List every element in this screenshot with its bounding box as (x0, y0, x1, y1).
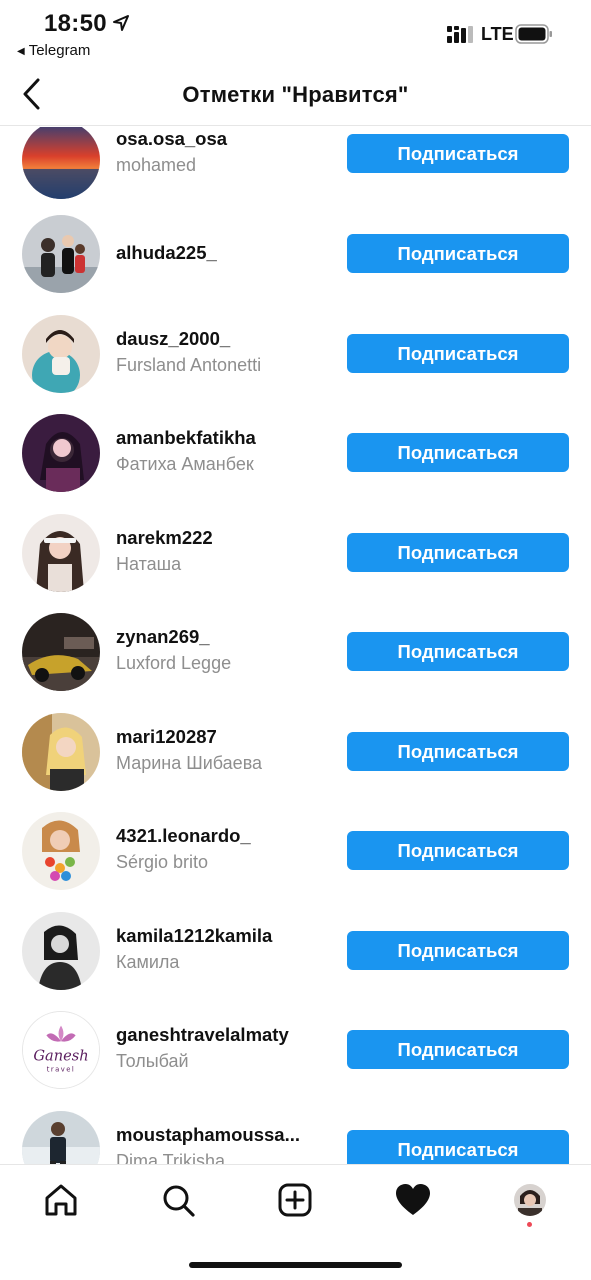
avatar[interactable] (22, 514, 100, 592)
follow-button[interactable]: Подписаться (347, 931, 569, 970)
list-item: mari120287 Марина Шибаева Подписаться (0, 713, 591, 813)
ganesh-logo-text: Ganesh (33, 1048, 88, 1065)
follow-button[interactable]: Подписаться (347, 234, 569, 273)
home-icon[interactable] (41, 1180, 81, 1220)
username[interactable]: zynan269_ (116, 625, 336, 649)
username[interactable]: kamila1212kamila (116, 924, 336, 948)
list-item: osa.osa_osa mohamed Подписаться (0, 127, 591, 221)
username[interactable]: 4321.leonardo_ (116, 824, 336, 848)
avatar[interactable] (22, 1111, 100, 1164)
follow-button[interactable]: Подписаться (347, 732, 569, 771)
user-texts: zynan269_ Luxford Legge (116, 625, 336, 677)
status-bar: 18:50 ◀ Telegram LTE (0, 0, 591, 64)
back-triangle-icon: ◀ (17, 46, 25, 57)
user-texts: osa.osa_osa mohamed (116, 127, 336, 179)
avatar[interactable] (22, 912, 100, 990)
full-name: Марина Шибаева (116, 753, 263, 773)
avatar[interactable]: Ganesh travel (22, 1011, 100, 1089)
user-texts: mari120287 Марина Шибаева (116, 725, 336, 777)
user-texts: alhuda225_ (116, 241, 336, 265)
list-item: 4321.leonardo_ Sérgio brito Подписаться (0, 812, 591, 912)
username[interactable]: osa.osa_osa (116, 127, 336, 151)
ganesh-logo-subtext: travel (47, 1065, 76, 1073)
location-arrow-icon (113, 15, 129, 31)
follow-button[interactable]: Подписаться (347, 134, 569, 173)
avatar[interactable] (22, 812, 100, 890)
user-texts: dausz_2000_ Fursland Antonetti (116, 327, 336, 379)
user-texts: amanbekfatikha Фатиха Аманбек (116, 426, 336, 478)
battery-icon (515, 24, 552, 44)
follow-button[interactable]: Подписаться (347, 1030, 569, 1069)
username[interactable]: moustaphamoussa... (116, 1123, 336, 1147)
follow-button[interactable]: Подписаться (347, 1130, 569, 1164)
user-texts: ganeshtravelalmaty Толыбай (116, 1023, 336, 1075)
list-item: alhuda225_ Подписаться (0, 215, 591, 315)
page-header: Отметки "Нравится" (0, 64, 591, 126)
follow-button[interactable]: Подписаться (347, 831, 569, 870)
username[interactable]: ganeshtravelalmaty (116, 1023, 336, 1047)
user-texts: 4321.leonardo_ Sérgio brito (116, 824, 336, 876)
user-texts: kamila1212kamila Камила (116, 924, 336, 976)
follow-button[interactable]: Подписаться (347, 433, 569, 472)
user-texts: narekm222 Наташа (116, 526, 336, 578)
follow-button[interactable]: Подписаться (347, 632, 569, 671)
full-name: Fursland Antonetti (116, 355, 262, 375)
username[interactable]: alhuda225_ (116, 241, 336, 265)
profile-avatar[interactable] (510, 1180, 550, 1220)
activity-heart-icon[interactable] (393, 1180, 433, 1220)
status-time: 18:50 (44, 10, 107, 37)
list-item: moustaphamoussa... Dima Trikisha Подписа… (0, 1111, 591, 1164)
full-name: Фатиха Аманбек (116, 454, 254, 474)
back-to-app-link[interactable]: ◀ Telegram (17, 42, 90, 59)
full-name: mohamed (116, 155, 197, 175)
full-name: Камила (116, 952, 180, 972)
likes-list[interactable]: osa.osa_osa mohamed Подписаться alhuda22… (0, 127, 591, 1164)
list-item: zynan269_ Luxford Legge Подписаться (0, 613, 591, 713)
search-icon[interactable] (158, 1180, 198, 1220)
full-name: Luxford Legge (116, 653, 232, 673)
signal-icon (447, 26, 473, 43)
page-title: Отметки "Нравится" (182, 82, 409, 107)
list-item: Ganesh travel ganeshtravelalmaty Толыбай… (0, 1011, 591, 1111)
follow-button[interactable]: Подписаться (347, 533, 569, 572)
avatar[interactable] (22, 414, 100, 492)
follow-button[interactable]: Подписаться (347, 334, 569, 373)
full-name: Наташа (116, 554, 182, 574)
full-name: Sérgio brito (116, 852, 209, 872)
list-item: kamila1212kamila Камила Подписаться (0, 912, 591, 1012)
username[interactable]: dausz_2000_ (116, 327, 336, 351)
username[interactable]: narekm222 (116, 526, 336, 550)
user-texts: moustaphamoussa... Dima Trikisha (116, 1123, 336, 1164)
username[interactable]: mari120287 (116, 725, 336, 749)
username[interactable]: amanbekfatikha (116, 426, 336, 450)
home-indicator[interactable] (189, 1262, 402, 1268)
network-type: LTE (481, 24, 514, 44)
list-item: amanbekfatikha Фатиха Аманбек Подписатьс… (0, 414, 591, 514)
notification-dot (527, 1222, 532, 1227)
full-name: Dima Trikisha (116, 1151, 226, 1164)
new-post-icon[interactable] (275, 1180, 315, 1220)
list-item: narekm222 Наташа Подписаться (0, 514, 591, 614)
avatar[interactable] (22, 613, 100, 691)
back-app-label: Telegram (28, 42, 91, 59)
list-item: dausz_2000_ Fursland Antonetti Подписать… (0, 315, 591, 415)
avatar[interactable] (22, 127, 100, 199)
avatar[interactable] (22, 315, 100, 393)
full-name: Толыбай (116, 1051, 189, 1071)
avatar[interactable] (22, 713, 100, 791)
avatar[interactable] (22, 215, 100, 293)
